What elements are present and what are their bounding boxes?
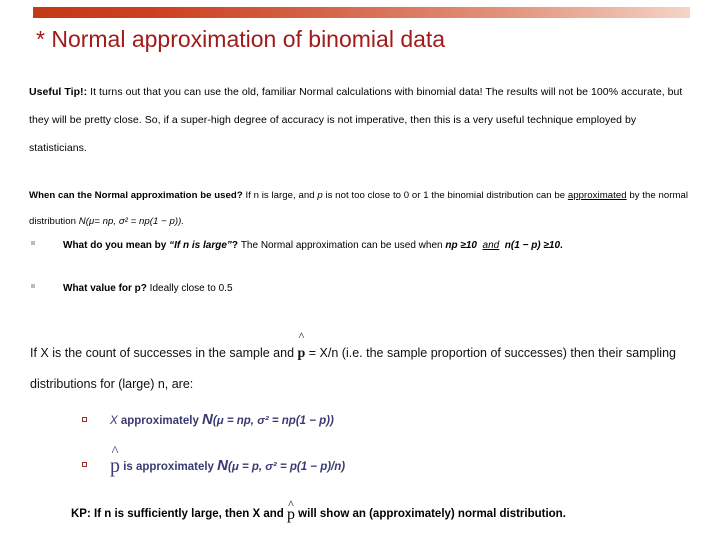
p-hat-letter: p [297, 346, 306, 361]
when-used-part2: is not too close to 0 or 1 the binomial … [322, 190, 568, 201]
page-title: * Normal approximation of binomial data [36, 26, 446, 52]
bullet-1-quoted: “If n is large” [169, 240, 232, 251]
list-item: What do you mean by “If n is large”? The… [31, 234, 686, 258]
bullet-1-after-quote: ? [231, 240, 241, 251]
hollow-square-bullet-icon [82, 462, 87, 467]
bullet-1-joiner: and [482, 240, 500, 251]
bullet-1-lead: What do you mean by [63, 240, 170, 251]
circumflex-icon: ^ [111, 444, 119, 460]
when-used-label: When can the Normal approximation be use… [29, 190, 243, 201]
bullet-1-body: The Normal approximation can be used whe… [240, 240, 446, 251]
square-bullet-icon [31, 284, 35, 288]
bullet-1-text: What do you mean by “If n is large”? The… [63, 234, 686, 258]
p-hat-symbol: ^ p [297, 330, 306, 369]
definition-paragraph: If X is the count of successes in the sa… [30, 330, 690, 399]
formula-2-text-label: is approximately [120, 461, 218, 473]
square-bullet-icon [31, 241, 35, 245]
formula-2-formula: (μ = p, σ² = p(1 − p)/n) [228, 461, 346, 473]
p-hat-symbol: ^ p [287, 498, 295, 523]
hollow-square-bullet-icon [82, 417, 87, 422]
bullet-2-body: Ideally close to 0.5 [146, 283, 233, 294]
useful-tip-body: It turns out that you can use the old, f… [29, 86, 683, 154]
key-point-line: KP: If n is sufficiently large, then X a… [71, 498, 691, 523]
formula-2-normal-symbol: N [217, 457, 228, 474]
slide-canvas: * Normal approximation of binomial data … [0, 0, 720, 540]
bullet-1-condition-1: np ≥10 [445, 240, 477, 251]
useful-tip-paragraph: Useful Tip!: It turns out that you can u… [29, 78, 689, 162]
bullet-1-condition-2: n(1 − p) ≥10 [504, 240, 561, 251]
definition-part1: If X is the count of successes in the sa… [30, 346, 298, 360]
when-used-underlined-word: approximated [567, 190, 627, 201]
when-used-part1: If n is large, and [242, 190, 318, 201]
p-hat-symbol: ^ p [110, 445, 120, 477]
circumflex-icon: ^ [298, 329, 305, 343]
bullet-2-text: What value for p? Ideally close to 0.5 [63, 277, 531, 301]
kp-part2: will show an (approximately) normal dist… [294, 508, 566, 520]
title-accent-bar [33, 7, 690, 18]
kp-part1: KP: If n is sufficiently large, then X a… [71, 508, 287, 520]
when-used-paragraph: When can the Normal approximation be use… [29, 183, 694, 235]
formula-1-text-label: approximately [117, 415, 203, 427]
bullet-2-lead: What value for p? [63, 283, 147, 294]
list-item: ^ p is approximately N(μ = p, σ² = p(1 − … [82, 445, 346, 477]
list-item: X approximately N(μ = np, σ² = np(1 − p)… [82, 411, 334, 430]
circumflex-icon: ^ [288, 497, 294, 511]
formula-1-formula: (μ = np, σ² = np(1 − p)) [212, 415, 334, 427]
list-item: What value for p? Ideally close to 0.5 [31, 277, 531, 301]
formula-1-prefix: X [110, 415, 118, 427]
when-used-formula: N(μ= np, σ² = np(1 − p)). [78, 216, 185, 227]
formula-2-text: ^ p is approximately N(μ = p, σ² = p(1 − … [110, 445, 346, 477]
bullet-1-tail: . [560, 240, 563, 251]
useful-tip-label: Useful Tip!: [29, 86, 88, 98]
formula-1-text: X approximately N(μ = np, σ² = np(1 − p)… [110, 411, 334, 430]
formula-1-normal-symbol: N [202, 411, 213, 428]
